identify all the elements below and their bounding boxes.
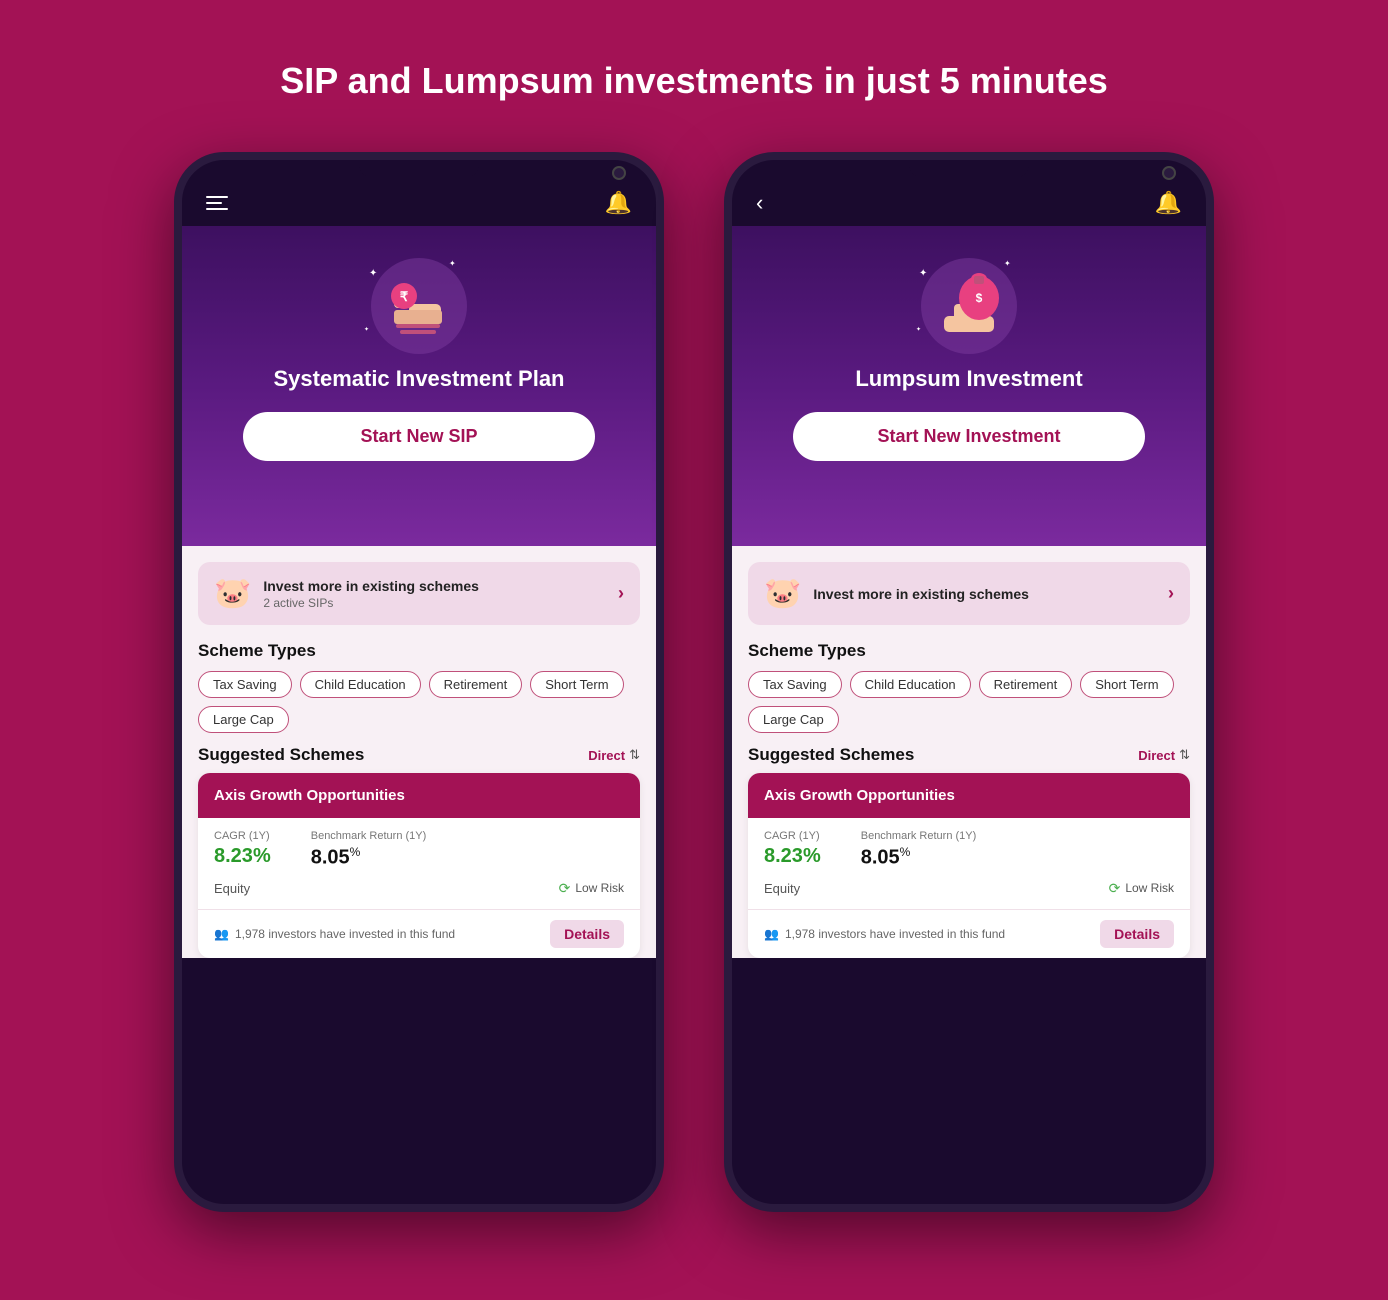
hero-lumpsum: ✦ ✦ ✦ $ Lumpsum Investment Start New Inv… [732, 226, 1206, 546]
piggy-icon-sip: 🐷 [214, 576, 251, 611]
scheme-types-sip: Tax Saving Child Education Retirement Sh… [182, 671, 656, 733]
side-button [661, 360, 664, 420]
scheme-card-lumpsum: Axis Growth Opportunities CAGR (1Y) 8.23… [748, 773, 1190, 958]
tag-retirement-sip[interactable]: Retirement [429, 671, 523, 698]
svg-text:✦: ✦ [369, 268, 377, 279]
tag-tax-saving-lumpsum[interactable]: Tax Saving [748, 671, 842, 698]
svg-text:$: $ [976, 291, 983, 305]
invest-banner-sip[interactable]: 🐷 Invest more in existing schemes 2 acti… [198, 562, 640, 625]
camera-dot [612, 166, 626, 180]
svg-text:✦: ✦ [916, 326, 921, 333]
details-button-sip[interactable]: Details [550, 920, 624, 948]
investors-icon-sip: 👥 [214, 927, 229, 941]
camera-dot-2 [1162, 166, 1176, 180]
tag-child-education-sip[interactable]: Child Education [300, 671, 421, 698]
hamburger-icon[interactable] [206, 196, 228, 210]
scheme-metrics-lumpsum: CAGR (1Y) 8.23% Benchmark Return (1Y) 8.… [764, 830, 1174, 870]
tag-large-cap-lumpsum[interactable]: Large Cap [748, 706, 839, 733]
tag-large-cap-sip[interactable]: Large Cap [198, 706, 289, 733]
details-button-lumpsum[interactable]: Details [1100, 920, 1174, 948]
invest-banner-sub-sip: 2 active SIPs [263, 596, 606, 610]
page-title: SIP and Lumpsum investments in just 5 mi… [280, 60, 1108, 102]
start-investment-button[interactable]: Start New Investment [793, 412, 1145, 461]
direct-badge-lumpsum[interactable]: Direct ⇅ [1138, 747, 1190, 763]
tag-tax-saving-sip[interactable]: Tax Saving [198, 671, 292, 698]
side-button-2 [1211, 360, 1214, 420]
suggested-header-sip: Suggested Schemes Direct ⇅ [182, 745, 656, 765]
suggested-schemes-title-sip: Suggested Schemes [198, 745, 364, 765]
svg-text:✦: ✦ [364, 326, 369, 333]
top-bar-sip: 🔔 [182, 160, 656, 226]
investors-icon-lumpsum: 👥 [764, 927, 779, 941]
benchmark-metric-sip: Benchmark Return (1Y) 8.05% [311, 830, 427, 870]
top-bar-lumpsum: ‹ 🔔 [732, 160, 1206, 226]
invest-banner-arrow-lumpsum: › [1168, 583, 1174, 604]
phone2-content: 🐷 Invest more in existing schemes › Sche… [732, 546, 1206, 958]
phone-lumpsum: ‹ 🔔 ✦ ✦ ✦ $ Lumpsum Investment [724, 152, 1214, 1212]
lumpsum-illustration: ✦ ✦ ✦ $ [904, 246, 1034, 366]
invest-banner-lumpsum[interactable]: 🐷 Invest more in existing schemes › [748, 562, 1190, 625]
scheme-types-lumpsum: Tax Saving Child Education Retirement Sh… [732, 671, 1206, 733]
svg-text:✦: ✦ [1004, 259, 1011, 268]
bell-icon-lumpsum[interactable]: 🔔 [1155, 190, 1182, 216]
scheme-card-sip: Axis Growth Opportunities CAGR (1Y) 8.23… [198, 773, 640, 958]
hero-sip: ✦ ✦ ✦ ₹ Systematic Investment Plan Start… [182, 226, 656, 546]
svg-text:✦: ✦ [449, 259, 456, 268]
cagr-metric-lumpsum: CAGR (1Y) 8.23% [764, 830, 821, 870]
scheme-types-title-lumpsum: Scheme Types [748, 641, 1190, 661]
phone-sip: 🔔 ✦ ✦ ✦ ₹ Systematic [174, 152, 664, 1212]
cagr-metric-sip: CAGR (1Y) 8.23% [214, 830, 271, 870]
tag-short-term-sip[interactable]: Short Term [530, 671, 623, 698]
hero-title-lumpsum: Lumpsum Investment [855, 366, 1082, 392]
benchmark-metric-lumpsum: Benchmark Return (1Y) 8.05% [861, 830, 977, 870]
risk-icon-sip: ⟳ [559, 880, 571, 897]
scheme-card-footer-sip: Equity ⟳ Low Risk [214, 880, 624, 897]
tag-short-term-lumpsum[interactable]: Short Term [1080, 671, 1173, 698]
invest-banner-title-lumpsum: Invest more in existing schemes [813, 586, 1156, 602]
suggested-schemes-title-lumpsum: Suggested Schemes [748, 745, 914, 765]
tag-retirement-lumpsum[interactable]: Retirement [979, 671, 1073, 698]
scheme-card-header-lumpsum: Axis Growth Opportunities [748, 773, 1190, 818]
scheme-metrics-sip: CAGR (1Y) 8.23% Benchmark Return (1Y) 8.… [214, 830, 624, 870]
scheme-card-footer-lumpsum: Equity ⟳ Low Risk [764, 880, 1174, 897]
svg-text:₹: ₹ [400, 289, 409, 304]
scheme-card-header-sip: Axis Growth Opportunities [198, 773, 640, 818]
back-icon[interactable]: ‹ [756, 190, 763, 216]
scheme-types-title-sip: Scheme Types [198, 641, 640, 661]
direct-badge-sip[interactable]: Direct ⇅ [588, 747, 640, 763]
bell-icon-sip[interactable]: 🔔 [605, 190, 632, 216]
scheme-card-body-lumpsum: CAGR (1Y) 8.23% Benchmark Return (1Y) 8.… [748, 818, 1190, 909]
piggy-icon-lumpsum: 🐷 [764, 576, 801, 611]
scheme-card-body-sip: CAGR (1Y) 8.23% Benchmark Return (1Y) 8.… [198, 818, 640, 909]
invest-banner-arrow-sip: › [618, 583, 624, 604]
tag-child-education-lumpsum[interactable]: Child Education [850, 671, 971, 698]
phone1-content: 🐷 Invest more in existing schemes 2 acti… [182, 546, 656, 958]
investors-row-lumpsum: 👥 1,978 investors have invested in this … [748, 909, 1190, 958]
invest-banner-title-sip: Invest more in existing schemes [263, 578, 606, 594]
hero-title-sip: Systematic Investment Plan [273, 366, 564, 392]
sip-illustration: ✦ ✦ ✦ ₹ [354, 246, 484, 366]
investors-row-sip: 👥 1,978 investors have invested in this … [198, 909, 640, 958]
phones-container: 🔔 ✦ ✦ ✦ ₹ Systematic [174, 152, 1214, 1212]
suggested-header-lumpsum: Suggested Schemes Direct ⇅ [732, 745, 1206, 765]
start-sip-button[interactable]: Start New SIP [243, 412, 595, 461]
svg-text:✦: ✦ [919, 268, 927, 279]
risk-icon-lumpsum: ⟳ [1109, 880, 1121, 897]
